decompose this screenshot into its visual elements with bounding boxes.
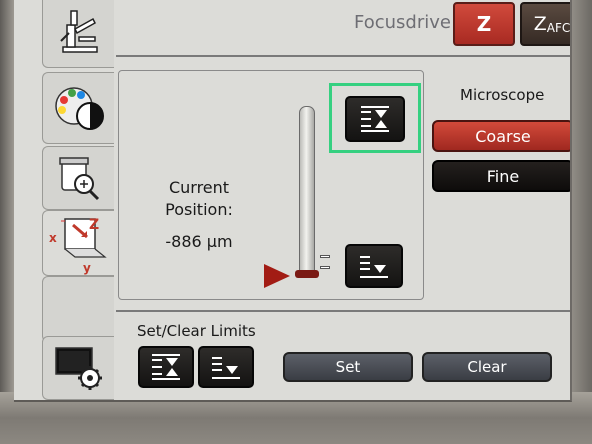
header-divider: [116, 55, 570, 57]
zafc-sub-label: AFC: [546, 21, 571, 35]
tab-sample[interactable]: [42, 146, 114, 210]
position-value: -886 µm: [165, 232, 233, 251]
set-button[interactable]: Set: [283, 352, 413, 382]
microscope-icon: [59, 10, 98, 53]
tab-monitor-settings[interactable]: [42, 336, 114, 400]
contrast-palette-icon: [54, 87, 104, 130]
axis-z-label: Z: [89, 217, 100, 233]
zafc-main-label: Z: [533, 13, 547, 35]
sample-zoom-icon: [58, 157, 99, 201]
lower-limit-button[interactable]: [345, 244, 403, 288]
upper-limit-icon: [361, 106, 389, 132]
set-upper-limit-button[interactable]: [138, 346, 194, 388]
tab-microscope[interactable]: [42, 0, 114, 68]
tab-xyz-stage[interactable]: x y Z: [42, 210, 114, 276]
axis-x-label: x: [49, 231, 57, 245]
coarse-button[interactable]: Coarse: [432, 120, 570, 152]
tab-empty[interactable]: [42, 276, 114, 342]
focusdrive-title: Focusdrive: [354, 12, 451, 33]
limit-tick-upper: [320, 255, 330, 258]
position-pointer-icon: [264, 264, 290, 288]
fine-button[interactable]: Fine: [432, 160, 570, 192]
limits-label: Set/Clear Limits: [137, 322, 256, 340]
zafc-button[interactable]: Z AFC: [520, 2, 571, 46]
position-label: Position:: [165, 200, 233, 219]
axis-y-label: y: [83, 261, 91, 275]
upper-limit-button[interactable]: [345, 96, 405, 142]
upper-limit-icon: [152, 354, 180, 380]
microscope-label: Microscope: [460, 86, 545, 104]
limit-tick-lower: [320, 266, 330, 269]
set-lower-limit-button[interactable]: [198, 346, 254, 388]
z-button[interactable]: Z: [453, 2, 515, 46]
touchscreen: x y Z Focusdrive Z Z AFC Current Position…: [14, 0, 572, 402]
focus-slider-thumb[interactable]: [295, 270, 319, 278]
clear-button[interactable]: Clear: [422, 352, 552, 382]
limits-divider: [116, 310, 570, 312]
lower-limit-icon: [212, 357, 240, 379]
current-label: Current: [168, 178, 230, 197]
focus-slider-track[interactable]: [299, 106, 315, 278]
tab-contrast[interactable]: [42, 72, 114, 144]
tab-column: x y Z: [14, 0, 114, 400]
monitor-settings-icon: [54, 347, 102, 390]
lower-limit-icon: [360, 256, 388, 278]
